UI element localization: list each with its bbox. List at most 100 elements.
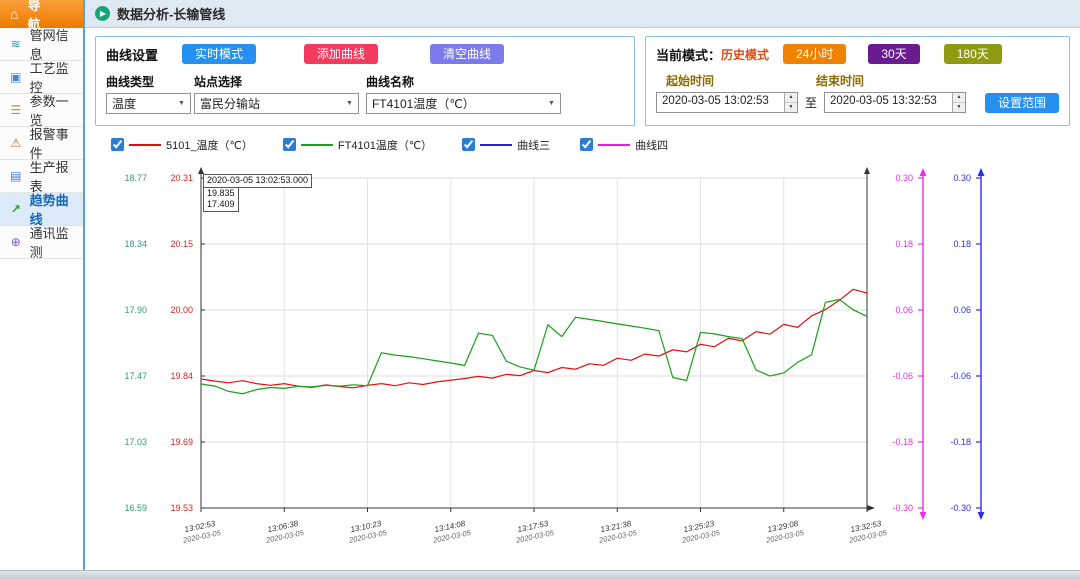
add-curve-button[interactable]: 添加曲线: [304, 44, 379, 65]
end-time-input[interactable]: 2020-03-05 13:32:53 ▲ ▼: [823, 92, 966, 114]
clear-curve-button[interactable]: 清空曲线: [430, 44, 505, 65]
y-axis-aux_blue-tick: -0.06: [950, 371, 971, 381]
y-axis-temp_red-tick: 20.00: [170, 305, 193, 315]
chart-area: 2020-03-05 13:02:53.000 19.835 17.409 18…: [85, 156, 1080, 570]
current-mode-value: 历史模式: [720, 47, 769, 62]
start-time-spinner[interactable]: ▲ ▼: [783, 93, 797, 113]
station-value: 富民分输站: [199, 97, 260, 112]
sidebar-item-alarm-events[interactable]: ⚠ 报警事件: [0, 127, 83, 161]
range-30d-button[interactable]: 30天: [868, 44, 920, 65]
y-axis-aux_blue-tick: -0.30: [950, 503, 971, 513]
curve-settings-title: 曲线设置: [105, 47, 158, 63]
bottom-strip: [0, 570, 1080, 579]
y-axis-aux_blue-tick: 0.30: [953, 173, 971, 183]
y-axis-aux_magenta-tick: -0.06: [892, 371, 913, 381]
legend-label: 5101_温度（℃）: [165, 139, 253, 152]
x-axis-tick: 13:17:53 2020-03-05: [515, 518, 555, 546]
legend-item-1: 5101_温度（℃）: [110, 137, 253, 153]
y-axis-temp_red-tick: 20.31: [170, 173, 193, 183]
y-axis-temp_red-tick: 20.15: [170, 239, 193, 249]
pipe-network-icon: ≋: [10, 37, 21, 51]
y-axis-temp_red-tick: 19.84: [170, 371, 193, 381]
page-title: 数据分析-长输管线: [116, 7, 226, 22]
sidebar-item-comm-monitor[interactable]: ⊕ 通讯监测: [0, 226, 83, 260]
legend: 5101_温度（℃） FT4101温度（℃） 曲线三 曲线四: [85, 126, 1080, 156]
y-axis-temp_red-tick: 19.53: [170, 503, 193, 513]
y-axis-temp_green-tick: 18.77: [124, 173, 147, 183]
app-window: ⌂ 导 航 ≋ 管网信息 ▣ 工艺监控 ☰ 参数一览 ⚠ 报警事件 ▤ 生产报表 ↗ 趋势曲线 ⊕ 通讯监…: [0, 0, 1080, 570]
main-area: ▶ 数据分析-长输管线 曲线设置 实时模式 添加曲线 清空曲线 曲线类型 站点选…: [84, 0, 1080, 570]
play-icon: ▶: [94, 6, 110, 21]
report-icon: ▤: [10, 169, 22, 183]
spin-up-icon[interactable]: ▲: [784, 93, 797, 104]
x-axis-tick: 13:21:38 2020-03-05: [598, 518, 638, 546]
sidebar-item-trend-curve[interactable]: ↗ 趋势曲线: [0, 193, 83, 227]
range-24h-button[interactable]: 24小时: [783, 44, 847, 65]
legend-line-sample: [128, 143, 161, 146]
sidebar-item-pipeline-info[interactable]: ≋ 管网信息: [0, 28, 83, 62]
x-axis-tick: 13:25:23 2020-03-05: [681, 518, 722, 546]
chevron-down-icon: ▼: [548, 100, 555, 108]
comm-icon: ⊕: [10, 235, 21, 249]
y-axis-temp_red-tick: 19.69: [170, 437, 193, 447]
sidebar-item-label: 通讯监测: [29, 226, 69, 260]
sidebar-item-parameter-list[interactable]: ☰ 参数一览: [0, 94, 83, 128]
home-icon: ⌂: [10, 6, 19, 22]
sidebar: ⌂ 导 航 ≋ 管网信息 ▣ 工艺监控 ☰ 参数一览 ⚠ 报警事件 ▤ 生产报表 ↗ 趋势曲线 ⊕ 通讯监…: [0, 0, 85, 570]
legend-checkbox-2[interactable]: [282, 138, 296, 151]
plot-svg[interactable]: [197, 167, 875, 518]
y-axis-temp_green-tick: 17.90: [124, 305, 147, 315]
to-label: 至: [804, 96, 817, 111]
current-mode-label: 当前模式：: [655, 47, 721, 63]
range-180d-button[interactable]: 180天: [943, 44, 1002, 65]
start-time-input[interactable]: 2020-03-05 13:02:53 ▲ ▼: [655, 92, 798, 114]
y-axis-temp_green-tick: 18.34: [124, 239, 147, 249]
sidebar-item-production-report[interactable]: ▤ 生产报表: [0, 160, 83, 194]
curve-name-label: 曲线名称: [365, 75, 414, 90]
spin-up-icon[interactable]: ▲: [952, 93, 965, 104]
tooltip-value-red: 19.835: [206, 187, 235, 198]
legend-label: 曲线三: [517, 139, 551, 152]
station-select[interactable]: 富民分输站 ▼: [193, 93, 359, 115]
legend-item-4: 曲线四: [580, 137, 668, 153]
realtime-mode-button[interactable]: 实时模式: [181, 44, 256, 65]
y-axis-aux_magenta-tick: 0.06: [895, 305, 913, 315]
curve-type-select[interactable]: 温度 ▼: [105, 93, 191, 115]
y-axis-temp_green-tick: 17.47: [124, 371, 147, 381]
settings-panels: 曲线设置 实时模式 添加曲线 清空曲线 曲线类型 站点选择 曲线名称 温度 ▼: [85, 28, 1080, 126]
legend-item-3: 曲线三: [462, 137, 550, 153]
y-axis-aux_magenta-tick: -0.30: [892, 503, 913, 513]
legend-checkbox-3[interactable]: [462, 138, 476, 151]
sidebar-nav: ≋ 管网信息 ▣ 工艺监控 ☰ 参数一览 ⚠ 报警事件 ▤ 生产报表 ↗ 趋势曲线 ⊕ 通讯监测: [0, 28, 83, 260]
chevron-down-icon: ▼: [346, 100, 353, 108]
start-time-value: 2020-03-05 13:02:53: [661, 95, 769, 108]
y-axis-aux_blue-tick: 0.06: [953, 305, 971, 315]
y-axis-aux_blue-tick: 0.18: [953, 239, 971, 249]
tooltip-value-green: 17.409: [206, 199, 235, 210]
legend-label: FT4101温度（℃）: [337, 139, 433, 152]
x-axis-tick: 13:02:53 2020-03-05: [182, 518, 222, 546]
legend-line-sample: [480, 143, 513, 146]
spin-down-icon[interactable]: ▼: [952, 103, 965, 113]
legend-checkbox-4[interactable]: [580, 138, 594, 151]
legend-line-sample: [300, 143, 333, 146]
y-axis-aux_magenta-tick: 0.18: [895, 239, 913, 249]
x-axis-tick: 13:29:08 2020-03-05: [765, 518, 805, 546]
sidebar-item-process-monitor[interactable]: ▣ 工艺监控: [0, 61, 83, 95]
station-label: 站点选择: [193, 75, 242, 90]
process-monitor-icon: ▣: [10, 70, 22, 84]
chart-tooltip: 2020-03-05 13:02:53.000 19.835 17.409: [202, 174, 313, 213]
curve-type-value: 温度: [111, 97, 136, 112]
end-time-spinner[interactable]: ▲ ▼: [951, 93, 965, 113]
curve-name-select[interactable]: FT4101温度（℃） ▼: [365, 93, 561, 115]
legend-checkbox-1[interactable]: [110, 138, 124, 151]
legend-label: 曲线四: [635, 139, 669, 152]
legend-item-2: FT4101温度（℃）: [282, 137, 433, 153]
start-time-label: 起始时间: [665, 74, 714, 89]
set-range-button[interactable]: 设置范围: [984, 92, 1059, 114]
spin-down-icon[interactable]: ▼: [784, 103, 797, 113]
sidebar-header: ⌂ 导 航: [0, 0, 83, 32]
y-axis-temp_green-tick: 16.59: [124, 503, 147, 513]
end-time-label: 结束时间: [815, 74, 864, 89]
y-axis-aux_magenta-tick: -0.18: [892, 437, 913, 447]
